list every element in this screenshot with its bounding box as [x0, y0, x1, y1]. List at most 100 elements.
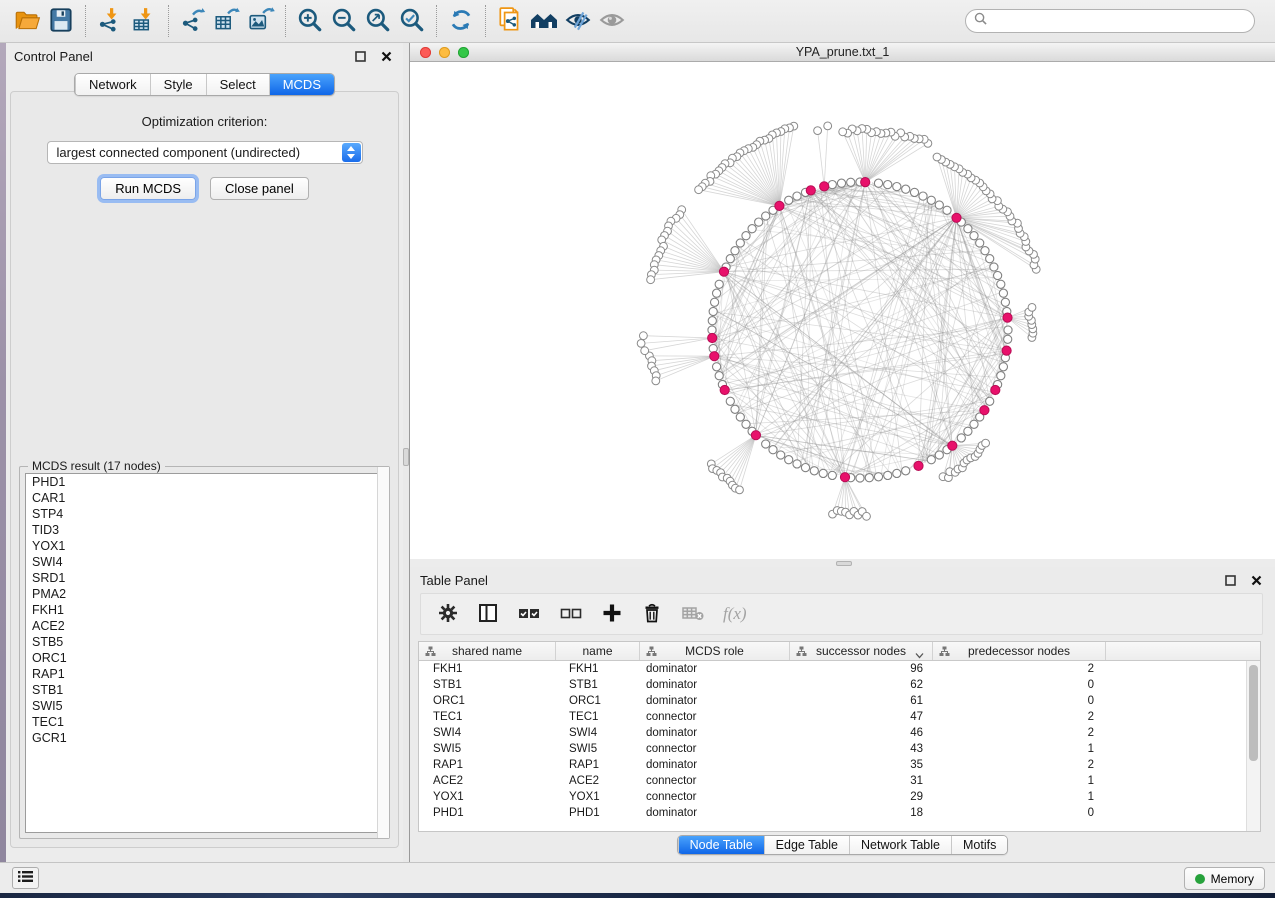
zoom-in-button[interactable] — [293, 4, 327, 38]
run-mcds-button[interactable]: Run MCDS — [100, 177, 196, 200]
table-row[interactable]: YOX1 YOX1 connector 29 1 — [419, 789, 1246, 805]
mcds-result-node[interactable]: ACE2 — [26, 618, 383, 634]
float-panel-button[interactable] — [1221, 571, 1239, 589]
mcds-result-node[interactable]: PMA2 — [26, 586, 383, 602]
table-row[interactable]: PHD1 PHD1 dominator 18 0 — [419, 805, 1246, 821]
control-panel-tab[interactable]: Network — [75, 74, 150, 95]
optimization-criterion-label: Optimization criterion: — [11, 114, 398, 129]
memory-button[interactable]: Memory — [1184, 867, 1265, 890]
table-row[interactable]: ACE2 ACE2 connector 31 1 — [419, 773, 1246, 789]
export-table-button[interactable] — [210, 4, 244, 38]
function-builder-button[interactable]: f(x) — [723, 600, 747, 628]
delete-table-button[interactable] — [681, 600, 705, 628]
columns-icon — [477, 602, 499, 627]
gear-icon — [437, 602, 459, 627]
column-header-mcds-role[interactable]: MCDS role — [640, 642, 790, 660]
table-row[interactable]: STB1 STB1 dominator 62 0 — [419, 677, 1246, 693]
select-stepper-icon — [342, 143, 361, 162]
mcds-result-node[interactable]: GCR1 — [26, 730, 383, 746]
mcds-list-scrollbar[interactable] — [377, 467, 389, 838]
table-tab[interactable]: Motifs — [951, 836, 1007, 854]
import-network-button[interactable] — [93, 4, 127, 38]
mcds-result-node[interactable]: SWI4 — [26, 554, 383, 570]
select-all-button[interactable] — [517, 600, 541, 628]
column-header-shared-name[interactable]: shared name — [419, 642, 556, 660]
list-icon — [18, 870, 33, 886]
unchecked-boxes-icon — [559, 602, 583, 627]
mcds-result-node[interactable]: SWI5 — [26, 698, 383, 714]
table-row[interactable]: ORC1 ORC1 dominator 61 0 — [419, 693, 1246, 709]
table-tabs: Node TableEdge TableNetwork TableMotifs — [677, 835, 1009, 855]
search-field[interactable] — [965, 9, 1255, 33]
table-row[interactable]: SWI4 SWI4 dominator 46 2 — [419, 725, 1246, 741]
control-panel-tab[interactable]: Select — [206, 74, 269, 95]
table-options-button[interactable] — [437, 600, 459, 628]
mcds-result-node[interactable]: STB1 — [26, 682, 383, 698]
mcds-result-list[interactable]: PHD1CAR1STP4TID3YOX1SWI4SRD1PMA2FKH1ACE2… — [25, 473, 384, 833]
import-table-button[interactable] — [127, 4, 161, 38]
maximize-window-button[interactable] — [458, 47, 469, 58]
table-row[interactable]: RAP1 RAP1 dominator 35 2 — [419, 757, 1246, 773]
mcds-result-node[interactable]: CAR1 — [26, 490, 383, 506]
mcds-result-node[interactable]: TEC1 — [26, 714, 383, 730]
mcds-result-node[interactable]: FKH1 — [26, 602, 383, 618]
show-graphics-button[interactable] — [595, 4, 629, 38]
mcds-result-node[interactable]: STB5 — [26, 634, 383, 650]
memory-status-icon — [1195, 874, 1205, 884]
delete-column-button[interactable] — [641, 600, 663, 628]
home-networks-button[interactable] — [527, 4, 561, 38]
zoom-fit-button[interactable] — [361, 4, 395, 38]
hide-graphics-button[interactable] — [561, 4, 595, 38]
mcds-result-node[interactable]: RAP1 — [26, 666, 383, 682]
mcds-result-node[interactable]: STP4 — [26, 506, 383, 522]
mcds-result-node[interactable]: TID3 — [26, 522, 383, 538]
table-tab[interactable]: Edge Table — [764, 836, 849, 854]
table-scrollbar[interactable] — [1246, 661, 1260, 831]
save-session-button[interactable] — [44, 4, 78, 38]
column-header-name[interactable]: name — [556, 642, 640, 660]
export-image-button[interactable] — [244, 4, 278, 38]
splitter-handle[interactable] — [836, 561, 852, 566]
close-panel-button[interactable] — [1247, 571, 1265, 589]
mcds-result-node[interactable]: YOX1 — [26, 538, 383, 554]
float-panel-button[interactable] — [351, 47, 369, 65]
mcds-result-title: MCDS result (17 nodes) — [28, 459, 165, 473]
export-network-button[interactable] — [176, 4, 210, 38]
mcds-result-node[interactable]: SRD1 — [26, 570, 383, 586]
column-header-predecessor-nodes[interactable]: predecessor nodes — [933, 642, 1106, 660]
zoom-out-button[interactable] — [327, 4, 361, 38]
control-panel-tab[interactable]: MCDS — [269, 74, 334, 95]
deselect-all-button[interactable] — [559, 600, 583, 628]
refresh-view-button[interactable] — [444, 4, 478, 38]
export-network-icon — [179, 6, 207, 37]
scrollbar-thumb[interactable] — [1249, 665, 1258, 761]
horizontal-splitter[interactable] — [410, 560, 1275, 567]
control-panel-tab[interactable]: Style — [150, 74, 206, 95]
table-tab[interactable]: Node Table — [678, 836, 764, 854]
task-history-button[interactable] — [12, 867, 39, 889]
minimize-window-button[interactable] — [439, 47, 450, 58]
table-row[interactable]: TEC1 TEC1 connector 47 2 — [419, 709, 1246, 725]
criterion-select[interactable]: largest connected component (undirected) — [47, 141, 363, 164]
add-column-button[interactable] — [601, 600, 623, 628]
search-input[interactable] — [993, 14, 1246, 28]
table-tab[interactable]: Network Table — [849, 836, 951, 854]
splitter-handle[interactable] — [403, 448, 409, 466]
show-column-panel-button[interactable] — [477, 600, 499, 628]
status-bar: Memory — [0, 862, 1275, 893]
table-row[interactable]: FKH1 FKH1 dominator 96 2 — [419, 661, 1246, 677]
network-file-share-button[interactable] — [493, 4, 527, 38]
network-canvas[interactable] — [410, 62, 1275, 559]
close-panel-button-mcds[interactable]: Close panel — [210, 177, 309, 200]
close-window-button[interactable] — [420, 47, 431, 58]
column-header-successor-nodes[interactable]: successor nodes — [790, 642, 933, 660]
mcds-result-node[interactable]: ORC1 — [26, 650, 383, 666]
close-panel-button[interactable] — [377, 47, 395, 65]
plus-icon — [601, 602, 623, 627]
vertical-splitter[interactable] — [403, 43, 410, 862]
memory-label: Memory — [1211, 872, 1254, 886]
zoom-selected-button[interactable] — [395, 4, 429, 38]
table-row[interactable]: SWI5 SWI5 connector 43 1 — [419, 741, 1246, 757]
open-file-button[interactable] — [10, 4, 44, 38]
mcds-result-node[interactable]: PHD1 — [26, 474, 383, 490]
